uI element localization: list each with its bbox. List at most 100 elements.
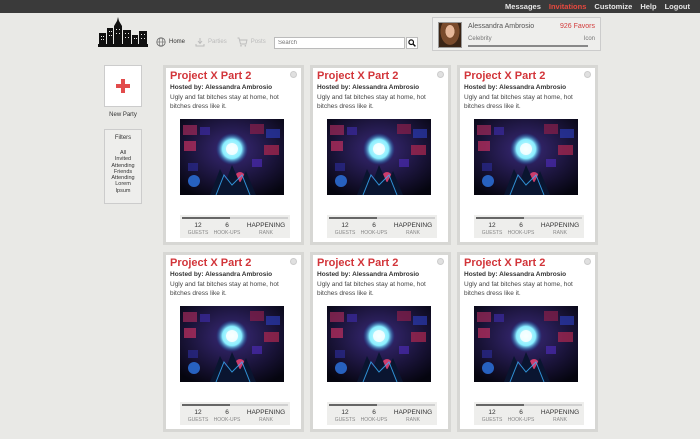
rank-label: RANK xyxy=(406,417,420,423)
party-card[interactable]: Project X Part 2 Hosted by: Alessandra Am… xyxy=(163,65,304,245)
rank-label: RANK xyxy=(259,230,273,236)
hookups-stat: 6 HOOK-UPS xyxy=(212,409,242,423)
party-title[interactable]: Project X Part 2 xyxy=(464,257,545,269)
select-radio[interactable] xyxy=(437,258,444,265)
guests-stat: 12 GUESTS xyxy=(331,222,359,236)
nav-home-label: Home xyxy=(169,39,186,45)
rank-value: HAPPENING xyxy=(393,409,433,416)
party-progress-fill xyxy=(476,404,524,406)
search-button[interactable] xyxy=(406,37,418,49)
download-icon xyxy=(195,38,205,47)
avatar[interactable] xyxy=(438,22,462,48)
party-progress-fill xyxy=(476,217,524,219)
guests-label: GUESTS xyxy=(481,417,503,423)
guests-label: GUESTS xyxy=(187,230,209,236)
nav-posts[interactable]: Posts xyxy=(237,37,266,47)
party-progress-fill xyxy=(329,404,377,406)
hookups-label: HOOK-UPS xyxy=(507,230,535,236)
new-party-label[interactable]: New Party xyxy=(104,112,142,118)
party-title[interactable]: Project X Part 2 xyxy=(170,70,251,82)
guests-stat: 12 GUESTS xyxy=(184,222,212,236)
party-title[interactable]: Project X Part 2 xyxy=(170,257,251,269)
party-progress-bar xyxy=(329,404,435,406)
filters-panel: Filters All Invited Attending Friends At… xyxy=(104,129,142,204)
hookups-count: 6 xyxy=(225,222,229,229)
rank-value: HAPPENING xyxy=(246,222,286,229)
party-progress-bar xyxy=(182,404,288,406)
party-image[interactable] xyxy=(327,306,431,382)
guests-stat: 12 GUESTS xyxy=(331,409,359,423)
party-stats: 12 GUESTS 6 HOOK-UPS HAPPENING RANK xyxy=(474,215,584,238)
topnav-logout[interactable]: Logout xyxy=(665,2,690,11)
rank-stat: HAPPENING RANK xyxy=(391,222,435,236)
party-image[interactable] xyxy=(474,119,578,195)
hookups-count: 6 xyxy=(519,409,523,416)
topnav-help[interactable]: Help xyxy=(640,2,656,11)
top-nav: Messages Invitations Customize Help Logo… xyxy=(505,2,690,11)
nav-parties[interactable]: Parties xyxy=(195,37,227,47)
guests-label: GUESTS xyxy=(334,230,356,236)
party-card[interactable]: Project X Part 2 Hosted by: Alessandra Am… xyxy=(163,252,304,432)
party-host: Hosted by: Alessandra Ambrosio xyxy=(317,271,420,278)
select-radio[interactable] xyxy=(584,258,591,265)
hookups-count: 6 xyxy=(225,409,229,416)
party-progress-fill xyxy=(329,217,377,219)
hookups-stat: 6 HOOK-UPS xyxy=(506,409,536,423)
hookups-label: HOOK-UPS xyxy=(360,417,388,423)
guests-count: 12 xyxy=(194,409,202,416)
rank-stat: HAPPENING RANK xyxy=(538,409,582,423)
party-host: Hosted by: Alessandra Ambrosio xyxy=(170,84,273,91)
topnav-customize[interactable]: Customize xyxy=(594,2,632,11)
nav-home[interactable]: Home xyxy=(156,37,185,47)
search-icon xyxy=(408,39,416,47)
party-description: Ugly and fat bitches stay at home, hot b… xyxy=(464,94,573,110)
profile-name[interactable]: Alessandra Ambrosio xyxy=(468,23,534,30)
rank-value: HAPPENING xyxy=(540,409,580,416)
main-nav: Home Parties Posts xyxy=(156,37,266,47)
select-radio[interactable] xyxy=(290,71,297,78)
profile-icon-label: Icon xyxy=(583,36,595,42)
party-title[interactable]: Project X Part 2 xyxy=(317,70,398,82)
party-title[interactable]: Project X Part 2 xyxy=(464,70,545,82)
rank-stat: HAPPENING RANK xyxy=(391,409,435,423)
search-input[interactable] xyxy=(274,37,405,49)
rank-label: RANK xyxy=(553,230,567,236)
party-card[interactable]: Project X Part 2 Hosted by: Alessandra Am… xyxy=(310,252,451,432)
party-image[interactable] xyxy=(327,119,431,195)
rank-label: RANK xyxy=(406,230,420,236)
nav-parties-label: Parties xyxy=(208,39,227,45)
party-stats: 12 GUESTS 6 HOOK-UPS HAPPENING RANK xyxy=(474,402,584,425)
party-description: Ugly and fat bitches stay at home, hot b… xyxy=(317,281,426,297)
party-card[interactable]: Project X Part 2 Hosted by: Alessandra Am… xyxy=(310,65,451,245)
party-image[interactable] xyxy=(180,306,284,382)
nav-posts-label: Posts xyxy=(250,39,266,45)
rank-value: HAPPENING xyxy=(540,222,580,229)
party-stats: 12 GUESTS 6 HOOK-UPS HAPPENING RANK xyxy=(180,402,290,425)
select-radio[interactable] xyxy=(584,71,591,78)
party-description: Ugly and fat bitches stay at home, hot b… xyxy=(464,281,573,297)
guests-label: GUESTS xyxy=(187,417,209,423)
party-progress-bar xyxy=(476,217,582,219)
party-host: Hosted by: Alessandra Ambrosio xyxy=(170,271,273,278)
hookups-stat: 6 HOOK-UPS xyxy=(506,222,536,236)
globe-icon xyxy=(156,37,166,47)
topnav-messages[interactable]: Messages xyxy=(505,2,541,11)
party-card[interactable]: Project X Part 2 Hosted by: Alessandra Am… xyxy=(457,252,598,432)
rank-value: HAPPENING xyxy=(246,409,286,416)
filters-title: Filters xyxy=(114,135,132,141)
city-skyline-logo[interactable] xyxy=(97,17,149,49)
hookups-label: HOOK-UPS xyxy=(507,417,535,423)
party-card[interactable]: Project X Part 2 Hosted by: Alessandra Am… xyxy=(457,65,598,245)
filter-ipsum[interactable]: Ipsum xyxy=(105,188,141,194)
hookups-label: HOOK-UPS xyxy=(213,230,241,236)
new-party-button[interactable] xyxy=(104,65,142,107)
party-image[interactable] xyxy=(180,119,284,195)
select-radio[interactable] xyxy=(290,258,297,265)
party-image[interactable] xyxy=(474,306,578,382)
party-title[interactable]: Project X Part 2 xyxy=(317,257,398,269)
party-stats: 12 GUESTS 6 HOOK-UPS HAPPENING RANK xyxy=(327,402,437,425)
select-radio[interactable] xyxy=(437,71,444,78)
topnav-invitations[interactable]: Invitations xyxy=(549,2,587,11)
profile-progress-bar xyxy=(468,45,588,47)
party-stats: 12 GUESTS 6 HOOK-UPS HAPPENING RANK xyxy=(180,215,290,238)
